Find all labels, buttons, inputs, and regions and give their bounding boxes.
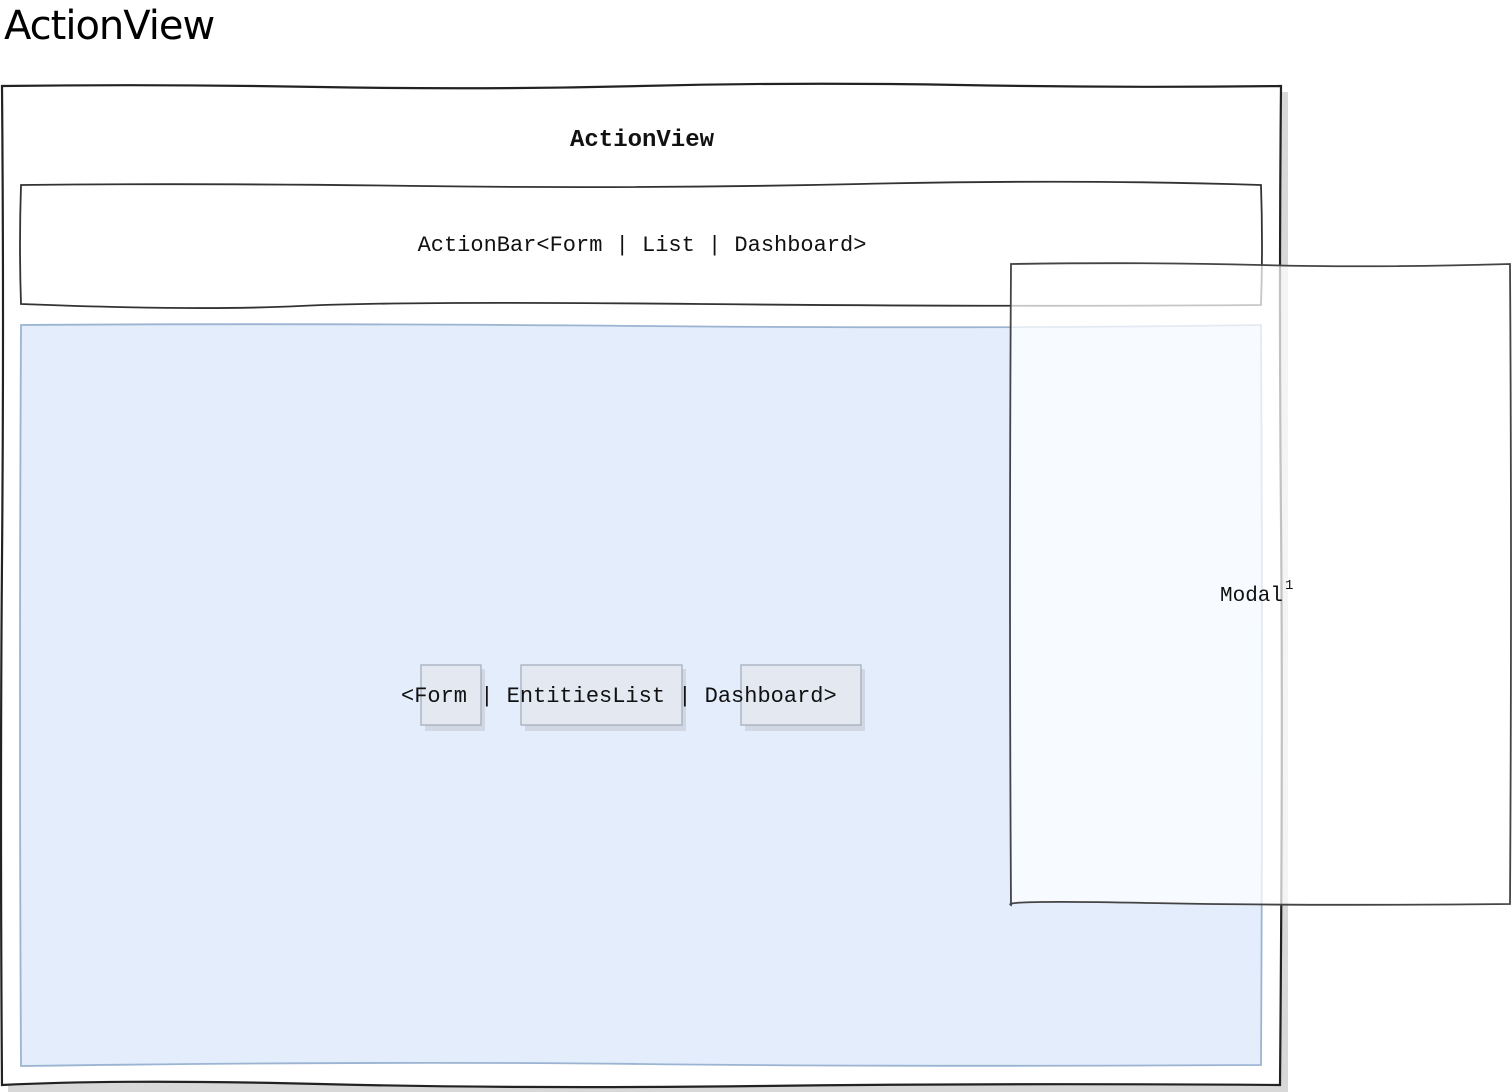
- modal-label-text: Modal: [1220, 585, 1284, 608]
- action-view-title: ActionView: [569, 127, 715, 154]
- modal-label: Modal 1: [1220, 576, 1294, 611]
- action-bar-label: ActionBar<Form | List | Dashboard>: [417, 233, 867, 258]
- diagram-canvas: [0, 82, 1512, 1092]
- modal-footnote-marker: 1: [1285, 578, 1294, 594]
- content-label: <Form | EntitiesList | Dashboard>: [401, 684, 837, 709]
